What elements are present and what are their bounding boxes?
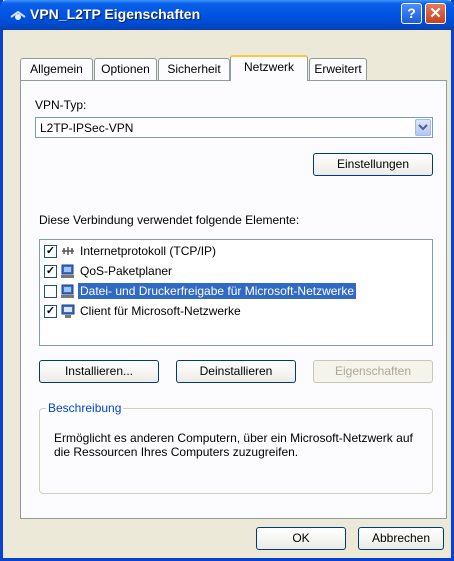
vpn-type-select[interactable]: L2TP-IPSec-VPN [35,117,433,138]
tab-netzwerk[interactable]: Netzwerk [230,55,308,81]
component-checkbox[interactable]: ✓ [44,305,57,318]
description-title: Beschreibung [46,401,124,415]
tab-allgemein[interactable]: Allgemein [20,58,93,80]
network-connection-icon [10,10,26,20]
list-item[interactable]: Datei- und Druckerfreigabe für Microsoft… [42,282,430,300]
list-item[interactable]: ✓ Internetprotokoll (TCP/IP) [42,242,430,260]
network-protocol-icon [62,247,74,255]
list-item-label: Client für Microsoft-Netzwerke [80,304,241,318]
vpn-type-label: VPN-Typ: [35,98,87,112]
tab-optionen[interactable]: Optionen [94,58,157,80]
settings-button[interactable]: Einstellungen [313,153,433,176]
components-label: Diese Verbindung verwendet folgende Elem… [39,213,300,227]
uninstall-button[interactable]: Deinstallieren [176,360,296,383]
dropdown-arrow-button[interactable] [415,119,431,136]
vpn-type-value: L2TP-IPSec-VPN [40,121,134,135]
components-list[interactable]: ✓ Internetprotokoll (TCP/IP) ✓ QoS-Paket… [39,239,433,346]
help-button[interactable]: ? [401,3,422,24]
tab-erweitert[interactable]: Erweitert [309,58,367,80]
properties-dialog: VPN_L2TP Eigenschaften ? ✕ Allgemein Opt… [0,0,454,561]
description-group: Beschreibung Ermöglicht es anderen Compu… [39,401,433,494]
list-item-label: QoS-Paketplaner [80,264,173,278]
window-title: VPN_L2TP Eigenschaften [30,6,201,22]
title-bar[interactable]: VPN_L2TP Eigenschaften ? ✕ [0,0,454,30]
network-client-icon [61,304,75,318]
cancel-button[interactable]: Abbrechen [358,527,444,550]
component-checkbox[interactable]: ✓ [44,245,57,258]
list-item-label: Internetprotokoll (TCP/IP) [80,244,217,258]
list-item[interactable]: ✓ QoS-Paketplaner [42,262,430,280]
close-button[interactable]: ✕ [425,3,446,24]
component-checkbox[interactable]: ✓ [44,265,57,278]
tab-panel-netzwerk: VPN-Typ: L2TP-IPSec-VPN Einstellungen Di… [20,80,447,519]
network-service-icon [61,284,74,298]
ok-button[interactable]: OK [256,527,346,550]
list-item-label: Datei- und Druckerfreigabe für Microsoft… [78,283,357,299]
tab-sicherheit[interactable]: Sicherheit [158,58,230,80]
description-text: Ermöglicht es anderen Computern, über ei… [54,431,413,459]
chevron-down-icon [418,124,428,131]
properties-button[interactable]: Eigenschaften [313,360,433,383]
network-service-icon [61,264,74,278]
install-button[interactable]: Installieren... [39,360,159,383]
list-item[interactable]: ✓ Client für Microsoft-Netzwerke [42,302,430,320]
component-checkbox[interactable] [44,285,57,298]
